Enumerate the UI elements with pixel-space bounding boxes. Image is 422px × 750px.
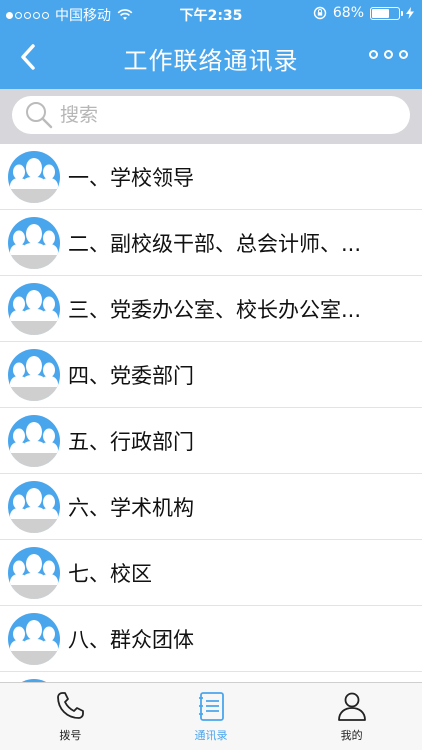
- list-item[interactable]: 七、校区: [0, 540, 422, 606]
- search-bar-container: [0, 89, 422, 144]
- contacts-book-icon: [199, 692, 224, 721]
- search-icon: [26, 102, 53, 129]
- more-options-button[interactable]: [369, 50, 408, 59]
- tab-label: 拨号: [59, 729, 82, 742]
- group-avatar-icon: [8, 349, 60, 401]
- contact-group-list: 一、学校领导 二、副校级干部、总会计师、... 三、党委办公室、校长办公室...…: [0, 144, 422, 682]
- list-item[interactable]: 一、学校领导: [0, 144, 422, 210]
- tab-label: 通讯录: [194, 729, 228, 742]
- status-bar: 中国移动 下午2:35 68%: [0, 0, 422, 28]
- list-item-label: 五、行政部门: [68, 429, 194, 454]
- tab-contacts[interactable]: 通讯录: [141, 683, 282, 750]
- app-header: 中国移动 下午2:35 68% 工作联络通讯录: [0, 0, 422, 89]
- list-item-label: 四、党委部门: [68, 363, 194, 388]
- group-avatar-icon: [8, 283, 60, 335]
- list-item[interactable]: 五、行政部门: [0, 408, 422, 474]
- list-item-label: 一、学校领导: [68, 165, 194, 190]
- battery-icon: [370, 6, 403, 20]
- rotation-lock-icon: [313, 6, 327, 20]
- tab-label: 我的: [340, 729, 363, 742]
- list-item[interactable]: 六、学术机构: [0, 474, 422, 540]
- battery-percentage: 68%: [332, 5, 364, 21]
- more-dot-icon: [399, 50, 408, 59]
- bottom-tab-bar: 拨号 通讯录 我的: [0, 682, 422, 750]
- phone-icon: [57, 692, 85, 719]
- charging-bolt-icon: [406, 7, 414, 19]
- group-avatar-icon: [8, 547, 60, 599]
- tab-mine[interactable]: 我的: [281, 683, 422, 750]
- search-input[interactable]: [60, 104, 380, 126]
- navigation-bar: 工作联络通讯录: [0, 28, 422, 89]
- group-avatar-icon: [8, 613, 60, 665]
- person-icon: [337, 692, 366, 721]
- battery-level-fill: [372, 8, 390, 18]
- more-dot-icon: [369, 50, 378, 59]
- status-right: 68%: [313, 5, 414, 21]
- group-avatar-icon: [8, 151, 60, 203]
- list-item[interactable]: 四、党委部门: [0, 342, 422, 408]
- list-item[interactable]: 八、群众团体: [0, 606, 422, 672]
- group-avatar-icon: [8, 217, 60, 269]
- list-item-label: 七、校区: [68, 561, 152, 586]
- more-dot-icon: [384, 50, 393, 59]
- search-box[interactable]: [12, 96, 410, 134]
- list-item-label: 八、群众团体: [68, 627, 194, 652]
- group-avatar-icon: [8, 481, 60, 533]
- tab-dial[interactable]: 拨号: [0, 683, 141, 750]
- list-item-label: 六、学术机构: [68, 495, 194, 520]
- list-item[interactable]: 三、党委办公室、校长办公室...: [0, 276, 422, 342]
- group-avatar-icon: [8, 415, 60, 467]
- list-item[interactable]: [0, 672, 422, 682]
- list-item[interactable]: 二、副校级干部、总会计师、...: [0, 210, 422, 276]
- page-title: 工作联络通讯录: [123, 47, 299, 75]
- list-item-label: 二、副校级干部、总会计师、...: [68, 231, 362, 256]
- list-item-label: 三、党委办公室、校长办公室...: [68, 297, 362, 322]
